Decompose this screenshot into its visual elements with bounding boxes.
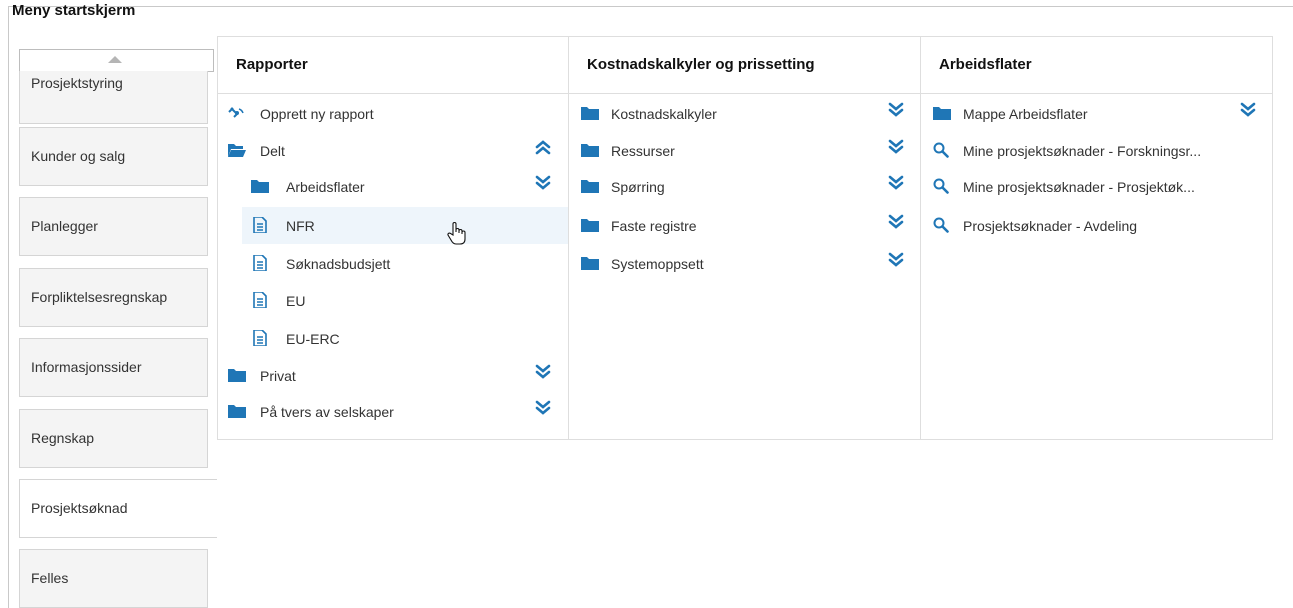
sidebar: Prosjektstyring Kunder og salg Planlegge… <box>18 0 218 608</box>
chevron-double-down-icon[interactable] <box>888 138 904 156</box>
tab-prosjektsoknad[interactable]: Prosjektsøknad <box>19 479 217 538</box>
column-rapporter: Rapporter Opprett ny rapport Delt Arbeid… <box>218 37 569 439</box>
menu-item-eu[interactable]: EU <box>218 282 568 319</box>
chevron-double-down-icon[interactable] <box>535 174 551 192</box>
tab-regnskap[interactable]: Regnskap <box>19 409 208 468</box>
menu-item-systemoppsett[interactable]: Systemoppsett <box>569 245 920 282</box>
triangle-up-icon <box>108 56 122 63</box>
menu-item-delt[interactable]: Delt <box>218 132 568 169</box>
chevron-double-down-icon[interactable] <box>535 363 551 381</box>
menu-item-eu-erc[interactable]: EU-ERC <box>218 320 568 357</box>
menu-item-arbeidsflater[interactable]: Arbeidsflater <box>218 168 568 205</box>
menu-item-label: Arbeidsflater <box>286 179 365 195</box>
tab-label: Prosjektstyring <box>31 75 123 91</box>
document-icon <box>251 217 269 233</box>
chevron-double-up-icon[interactable] <box>535 138 551 156</box>
document-icon <box>251 292 269 308</box>
tab-prosjektstyring[interactable]: Prosjektstyring <box>19 71 208 124</box>
column-arbeidsflater: Arbeidsflater Mappe Arbeidsflater Mine p… <box>921 37 1273 439</box>
menu-item-kostnadskalkyler[interactable]: Kostnadskalkyler <box>569 95 920 132</box>
menu-item-label: Systemoppsett <box>611 256 704 272</box>
scroll-up-button[interactable] <box>19 49 214 72</box>
menu-item-label: Delt <box>260 143 285 159</box>
menu-item-opprett-ny-rapport[interactable]: Opprett ny rapport <box>218 95 568 132</box>
column-title: Arbeidsflater <box>939 56 1032 73</box>
menu-item-label: EU <box>286 293 306 309</box>
column-header: Arbeidsflater <box>921 37 1272 94</box>
folder-icon <box>251 178 269 194</box>
menu-item-ressurser[interactable]: Ressurser <box>569 132 920 169</box>
menu-item-label: Privat <box>260 368 296 384</box>
tab-planlegger[interactable]: Planlegger <box>19 197 208 256</box>
chevron-double-down-icon[interactable] <box>535 399 551 417</box>
menu-item-prosjektsoknader-avdeling[interactable]: Prosjektsøknader - Avdeling <box>921 207 1272 244</box>
folder-icon <box>228 367 246 383</box>
folder-icon <box>228 403 246 419</box>
menu-item-mine-prosjektsoknader-forskning[interactable]: Mine prosjektsøknader - Forskningsr... <box>921 132 1272 169</box>
menu-panel: Rapporter Opprett ny rapport Delt Arbeid… <box>217 36 1273 440</box>
menu-item-sporring[interactable]: Spørring <box>569 168 920 205</box>
search-icon <box>933 142 951 158</box>
tab-label: Regnskap <box>31 430 95 446</box>
chevron-double-down-icon[interactable] <box>888 213 904 231</box>
tab-label: Planlegger <box>31 218 98 234</box>
tab-kunder-og-salg[interactable]: Kunder og salg <box>19 127 208 186</box>
column-title: Kostnadskalkyler og prissetting <box>587 56 815 73</box>
menu-item-mine-prosjektsoknader-prosjekt[interactable]: Mine prosjektsøknader - Prosjektøk... <box>921 168 1272 205</box>
tab-label: Felles <box>31 570 69 586</box>
folder-icon <box>581 255 599 271</box>
hand-cursor-icon <box>447 222 466 245</box>
search-icon <box>933 178 951 194</box>
menu-item-label: Kostnadskalkyler <box>611 106 717 122</box>
tab-felles[interactable]: Felles <box>19 549 208 608</box>
menu-item-label: Faste registre <box>611 218 697 234</box>
folder-icon <box>581 217 599 233</box>
column-header: Kostnadskalkyler og prissetting <box>569 37 920 94</box>
folder-icon <box>581 178 599 194</box>
menu-item-label: Opprett ny rapport <box>260 106 374 122</box>
tab-informasjonssider[interactable]: Informasjonssider <box>19 338 208 397</box>
menu-item-faste-registre[interactable]: Faste registre <box>569 207 920 244</box>
folder-icon <box>581 142 599 158</box>
tab-label: Kunder og salg <box>31 148 126 164</box>
menu-item-nfr[interactable]: NFR <box>242 207 568 245</box>
menu-item-pa-tvers-av-selskaper[interactable]: På tvers av selskaper <box>218 393 568 430</box>
tab-label: Prosjektsøknad <box>31 500 128 516</box>
folder-icon <box>933 105 951 121</box>
menu-item-label: Mine prosjektsøknader - Forskningsr... <box>963 143 1202 159</box>
folder-open-icon <box>228 142 246 158</box>
chevron-double-down-icon[interactable] <box>888 101 904 119</box>
menu-item-soknadsbudsjett[interactable]: Søknadsbudsjett <box>218 245 568 282</box>
column-header: Rapporter <box>218 37 568 94</box>
menu-item-label: Søknadsbudsjett <box>286 256 391 272</box>
column-title: Rapporter <box>236 56 308 73</box>
tab-label: Forpliktelsesregnskap <box>31 289 168 305</box>
chevron-double-down-icon[interactable] <box>888 251 904 269</box>
folder-icon <box>581 105 599 121</box>
document-icon <box>251 330 269 346</box>
chevron-double-down-icon[interactable] <box>1240 101 1256 119</box>
satellite-icon <box>228 105 246 121</box>
document-icon <box>251 255 269 271</box>
menu-item-label: Mappe Arbeidsflater <box>963 106 1088 122</box>
menu-item-label: Prosjektsøknader - Avdeling <box>963 218 1138 234</box>
tab-label: Informasjonssider <box>31 359 142 375</box>
menu-item-label: På tvers av selskaper <box>260 404 394 420</box>
menu-item-label: Mine prosjektsøknader - Prosjektøk... <box>963 179 1195 195</box>
search-icon <box>933 217 951 233</box>
column-kostnadskalkyler: Kostnadskalkyler og prissetting Kostnads… <box>569 37 921 439</box>
menu-item-privat[interactable]: Privat <box>218 357 568 394</box>
menu-item-label: EU-ERC <box>286 331 340 347</box>
menu-item-label: Spørring <box>611 179 665 195</box>
menu-item-label: NFR <box>286 218 315 234</box>
chevron-double-down-icon[interactable] <box>888 174 904 192</box>
menu-item-mappe-arbeidsflater[interactable]: Mappe Arbeidsflater <box>921 95 1272 132</box>
menu-item-label: Ressurser <box>611 143 675 159</box>
tab-forpliktelsesregnskap[interactable]: Forpliktelsesregnskap <box>19 268 208 327</box>
